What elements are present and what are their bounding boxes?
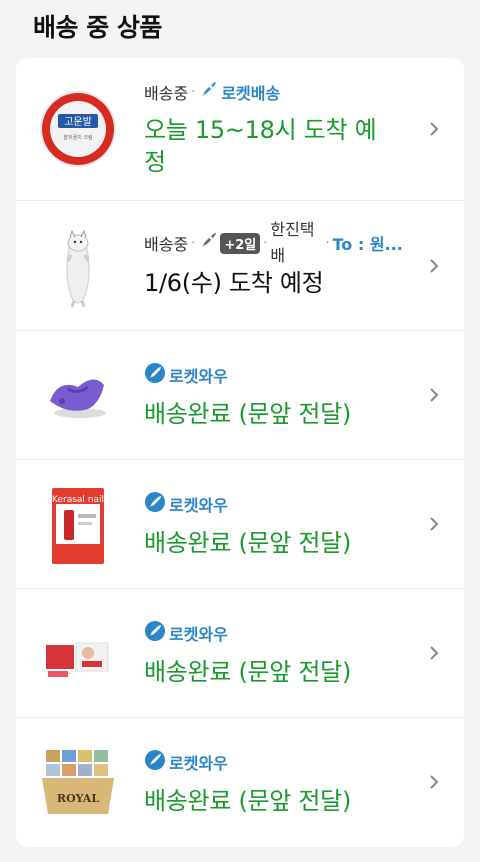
delay-badge: +2일 — [220, 232, 261, 254]
delivery-status: 배송완료 (문앞 전달) — [144, 658, 352, 686]
rocket-wow-label: 로켓와우 — [169, 496, 228, 515]
rocket-wow-icon — [144, 362, 166, 388]
shipment-item-4[interactable]: Kerasal nail 로켓와우 배송완료 (문앞 전달) — [16, 460, 464, 589]
chevron-right-icon[interactable] — [426, 121, 442, 137]
delivery-status: 배송완료 (문앞 전달) — [144, 529, 352, 557]
chevron-right-icon[interactable] — [426, 258, 442, 274]
courier-name: 한진택 배 — [270, 220, 315, 265]
status-text: 배송중 — [144, 84, 189, 103]
shipment-list: 고운발 발뒤꿈치 크림 배송중 · 로켓배송 오늘 15~18시 도착 예 정 — [16, 58, 464, 847]
product-thumbnail-stretcher[interactable] — [38, 351, 118, 441]
separator-dot: · — [325, 235, 330, 251]
delivery-status: 배송완료 (문앞 전달) — [144, 400, 352, 428]
shipment-item-2[interactable]: 배송중 · +2일 · 한진택 배 · To : 원... 1/6(수) 도착 … — [16, 201, 464, 331]
status-text: 배송중 — [144, 235, 189, 254]
shipment-item-3[interactable]: 로켓와우 배송완료 (문앞 전달) — [16, 331, 464, 460]
product-thumbnail-skincare-set[interactable] — [38, 609, 118, 699]
recipient-label: To : 원... — [332, 235, 403, 254]
rocket-wow-icon — [144, 749, 166, 775]
product-thumbnail-nail-treatment[interactable]: Kerasal nail — [38, 480, 118, 570]
shipment-item-5[interactable]: 로켓와우 배송완료 (문앞 전달) — [16, 589, 464, 718]
product-label-text: Kerasal nail — [52, 495, 104, 505]
product-thumbnail-cat-food-cans[interactable]: ROYAL — [38, 738, 118, 828]
meta-line: 배송중 · 로켓배송 — [144, 80, 280, 104]
meta-line: 로켓와우 — [144, 620, 228, 646]
delivery-eta: 1/6(수) 도착 예정 — [144, 269, 324, 297]
delivery-status: 배송완료 (문앞 전달) — [144, 787, 352, 815]
rocket-icon — [198, 80, 218, 104]
meta-line: 배송중 · +2일 · 한진택 배 · To : 원... — [144, 217, 403, 269]
separator-dot: · — [263, 235, 268, 251]
product-label-text: 고운발 — [64, 116, 92, 128]
meta-line: 로켓와우 — [144, 491, 228, 517]
chevron-right-icon[interactable] — [426, 387, 442, 403]
separator-dot: · — [191, 84, 196, 100]
product-thumbnail-foot-cream[interactable]: 고운발 발뒤꿈치 크림 — [38, 84, 118, 174]
chevron-right-icon[interactable] — [426, 645, 442, 661]
chevron-right-icon[interactable] — [426, 516, 442, 532]
meta-line: 로켓와우 — [144, 749, 228, 775]
product-thumbnail-cat-pillow[interactable] — [38, 221, 118, 311]
separator-dot: · — [191, 235, 196, 251]
rocket-wow-icon — [144, 491, 166, 517]
meta-line: 로켓와우 — [144, 362, 228, 388]
rocket-wow-label: 로켓와우 — [169, 625, 228, 644]
product-sublabel-text: 발뒤꿈치 크림 — [63, 134, 92, 141]
rocket-delivery-label: 로켓배송 — [221, 84, 281, 103]
delivery-eta: 오늘 15~18시 도착 예 정 — [144, 116, 377, 176]
chevron-right-icon[interactable] — [426, 774, 442, 790]
shipment-item-1[interactable]: 고운발 발뒤꿈치 크림 배송중 · 로켓배송 오늘 15~18시 도착 예 정 — [16, 58, 464, 201]
rocket-wow-icon — [144, 620, 166, 646]
product-label-text: ROYAL — [57, 792, 99, 805]
shipment-item-6[interactable]: ROYAL 로켓와우 배송완료 (문앞 전달) — [16, 718, 464, 847]
rocket-wow-label: 로켓와우 — [169, 754, 228, 773]
rocket-icon — [198, 231, 218, 255]
section-title: 배송 중 상품 — [33, 13, 162, 42]
rocket-wow-label: 로켓와우 — [169, 367, 228, 386]
